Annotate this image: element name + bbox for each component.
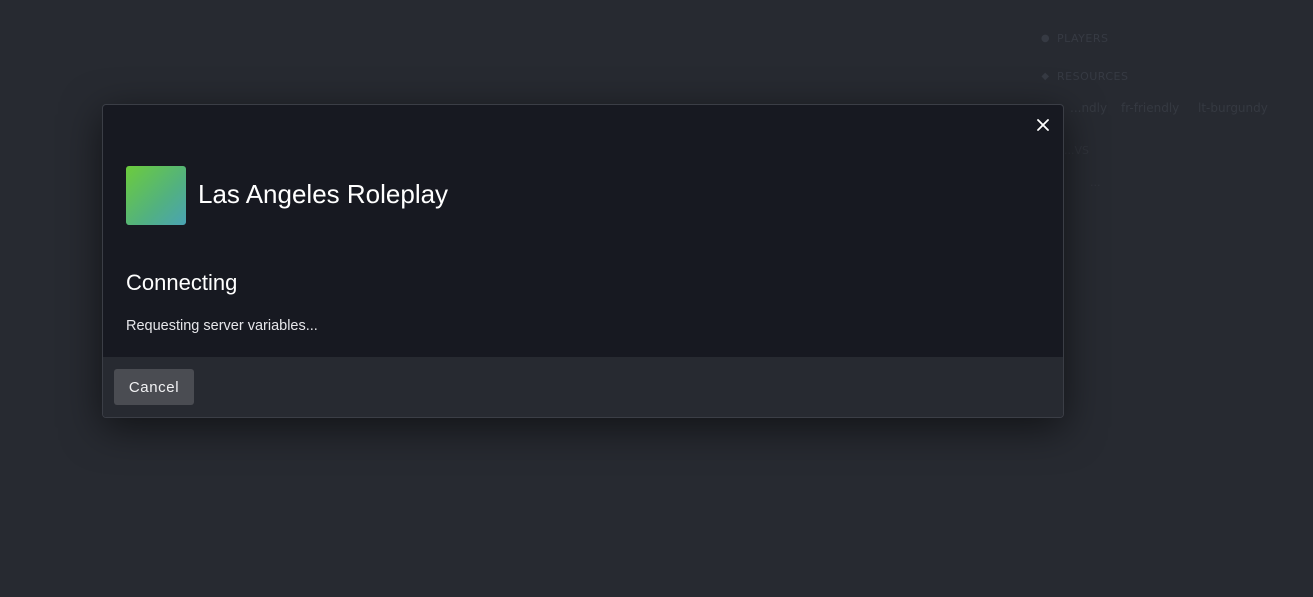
server-details-panel: ● PLAYERS ◆ RESOURCES ...ndly fr-friendl… [1030,0,1313,597]
resource-tag: lt-burgundy [1198,101,1268,115]
resources-label: RESOURCES [1057,70,1129,83]
dialog-footer: Cancel [103,357,1063,417]
status-title: Connecting [126,270,238,295]
resources-icon: ◆ [1041,71,1050,82]
background-item: ... [1090,176,1101,189]
close-icon [1037,119,1049,131]
players-section-header: ● PLAYERS [1040,32,1108,45]
connecting-dialog: Las Angeles Roleplay Connecting Requesti… [102,104,1064,418]
status-detail: Requesting server variables... [126,318,318,334]
background-item: ...VS [1064,144,1089,157]
players-label: PLAYERS [1057,32,1109,45]
close-button[interactable] [1032,114,1054,136]
cancel-button[interactable]: Cancel [114,369,194,405]
server-logo [126,166,186,225]
players-icon: ● [1040,33,1051,44]
resource-tag: ...ndly [1070,101,1108,115]
resource-tag: fr-friendly [1121,101,1180,115]
server-name: Las Angeles Roleplay [198,179,449,209]
resources-section-header: ◆ RESOURCES [1040,70,1129,83]
